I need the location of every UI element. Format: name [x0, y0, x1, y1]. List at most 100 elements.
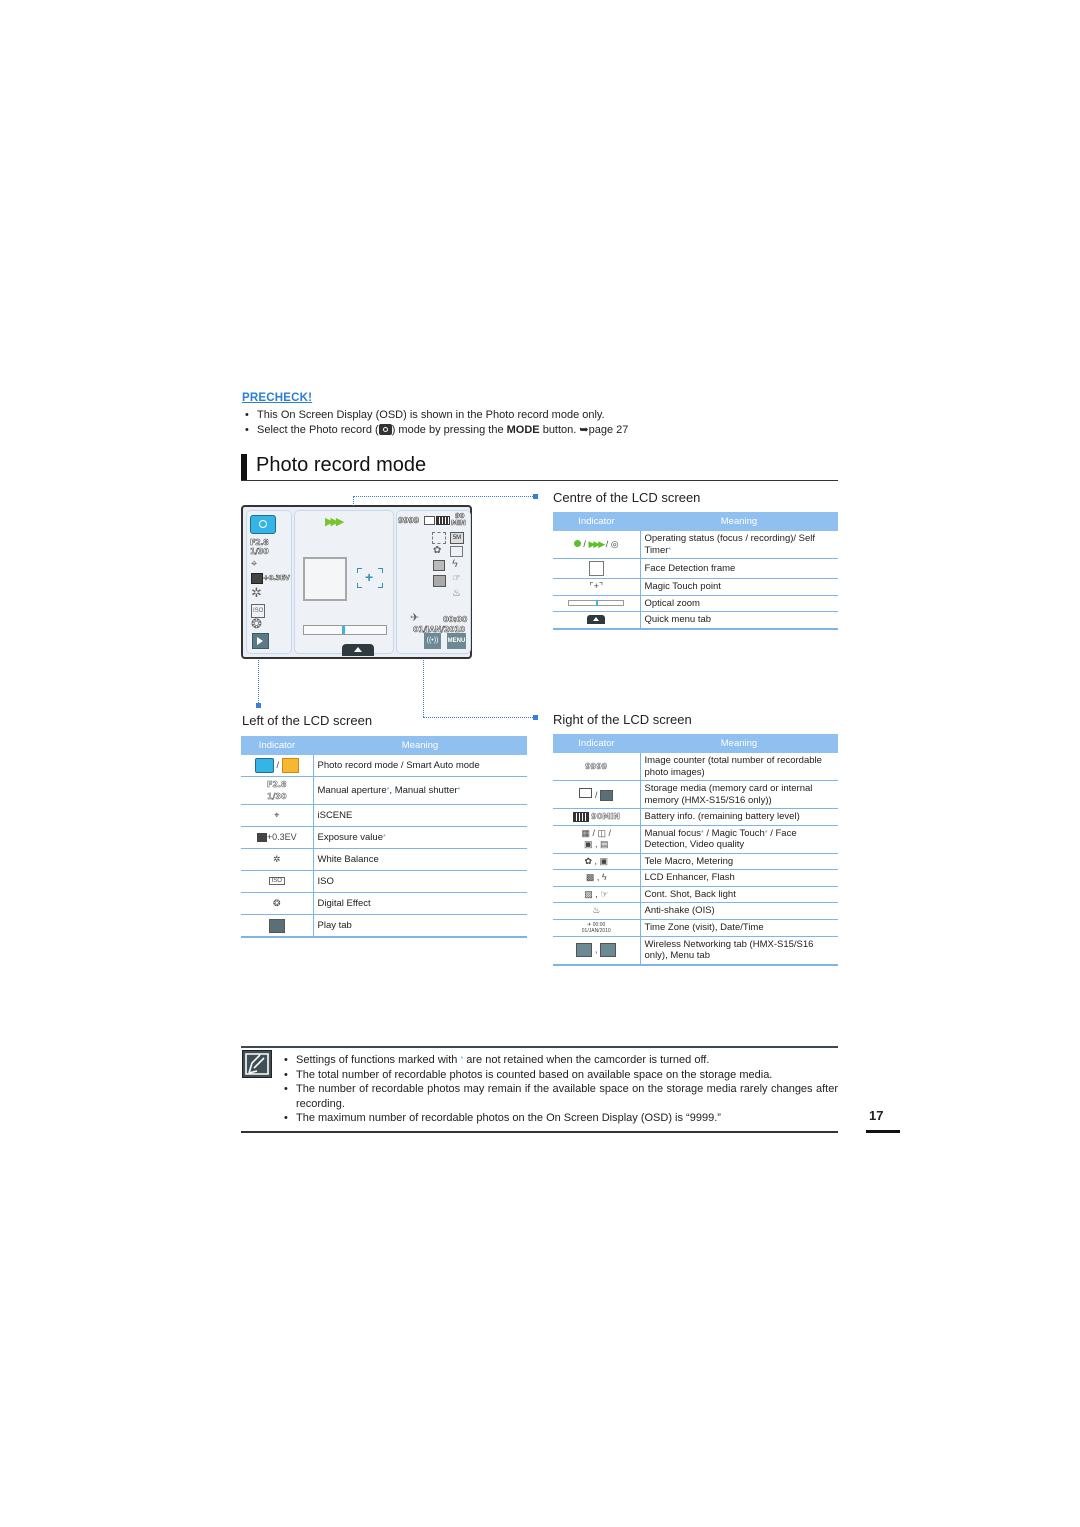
note-item: The total number of recordable photos is…	[282, 1068, 838, 1083]
digital-effect-icon: ❂	[241, 892, 314, 915]
table-row: ✿ , ▣ Tele Macro, Metering	[553, 853, 838, 870]
manual-focus-icon	[432, 532, 446, 544]
precheck-list: This On Screen Display (OSD) is shown in…	[243, 408, 863, 438]
anti-shake-icon: ♨	[553, 902, 641, 920]
menu-tab[interactable]: MENU	[447, 633, 466, 649]
quick-menu-tab-icon	[553, 611, 641, 630]
optical-zoom-bar[interactable]	[303, 625, 387, 635]
table-row: F2.8 1/30 Manual aperture*, Manual shutter…	[241, 776, 527, 805]
note-item: The maximum number of recordable photos …	[282, 1111, 838, 1126]
note-list: Settings of functions marked with * are …	[282, 1053, 838, 1126]
precheck-heading: PRECHECK!	[242, 392, 313, 404]
leader-marker	[533, 494, 538, 499]
page-link[interactable]: button. ➥page 27	[540, 424, 629, 436]
table-row: ♨ Anti-shake (OIS)	[553, 902, 838, 920]
cont-shot-icon	[433, 575, 446, 587]
camera-icon	[378, 424, 392, 435]
photo-smart-auto-icons: /	[241, 755, 314, 777]
page-number: 17	[869, 1108, 884, 1123]
section-bar	[241, 454, 247, 480]
lcd-screen-illustration: F2.8 1/30 ⌖ +0.3EV ✲ ISO ❂ ▶▶▶ + 9999 90…	[241, 505, 472, 659]
table-row: +0.3EV Exposure value*	[241, 826, 527, 849]
timezone-datetime-icon: ✈ 00:00 01/JAN/2010	[553, 919, 641, 937]
note-rule-top	[241, 1046, 838, 1048]
anti-shake-icon: ♨	[452, 588, 461, 599]
page-title: Photo record mode	[256, 454, 427, 476]
table-row: ▩ , ϟ LCD Enhancer, Flash	[553, 869, 838, 887]
table-row: ▦ / ◫ / ▣ , ▤ Manual focus* / Magic Touch*…	[553, 825, 838, 854]
aperture-shutter-icon: F2.8 1/30	[241, 776, 314, 805]
recording-status-icon: ▶▶▶	[325, 516, 344, 528]
flash-icon: ϟ	[452, 558, 458, 570]
leader-line	[353, 496, 533, 497]
leader-line	[353, 496, 354, 506]
table-row: ⌜+⌝ Magic Touch point	[553, 578, 838, 596]
table-row: / ▶▶▶ / ◎ Operating status (focus / recor…	[553, 531, 838, 559]
battery-unit: MIN	[451, 519, 466, 527]
note-item: Settings of functions marked with * are …	[282, 1053, 838, 1068]
iscene-icon: ⌖	[241, 804, 314, 827]
video-quality-icon: 5M	[450, 532, 464, 544]
leader-line	[423, 717, 533, 718]
precheck-bullet: Select the Photo record () mode by press…	[243, 423, 863, 438]
header-meaning: Meaning	[640, 734, 838, 753]
exposure-icon	[251, 573, 263, 584]
magic-touch-point-icon[interactable]: +	[357, 568, 383, 588]
header-indicator: Indicator	[241, 736, 313, 755]
note-item: The number of recordable photos may rema…	[282, 1082, 838, 1111]
table-row: Quick menu tab	[553, 611, 838, 630]
white-balance-icon: ✲	[251, 585, 262, 600]
note-icon	[242, 1050, 272, 1078]
iscene-icon: ⌖	[251, 558, 258, 570]
right-table-title: Right of the LCD screen	[553, 712, 692, 727]
zoom-knob[interactable]	[341, 626, 345, 634]
tele-macro-icon: ✿	[433, 545, 442, 556]
note-rule-bottom	[241, 1131, 838, 1133]
table-row: Optical zoom	[553, 595, 838, 612]
header-meaning: Meaning	[313, 736, 527, 755]
exposure-readout: +0.3EV	[263, 574, 291, 583]
left-table-title: Left of the LCD screen	[242, 713, 373, 728]
table-row: / Photo record mode / Smart Auto mode	[241, 755, 527, 777]
centre-table-title: Centre of the LCD screen	[553, 490, 701, 505]
page-number-rule	[866, 1130, 900, 1133]
lcd-right-panel: 9999 90 MIN 5M ✿ ϟ ☞ ♨ ✈ 00:00 01/JAN/20…	[396, 510, 471, 654]
table-row: Face Detection frame	[553, 558, 838, 579]
leader-marker	[256, 703, 261, 708]
backlight-icon: ☞	[452, 573, 461, 584]
header-indicator: Indicator	[553, 734, 640, 753]
face-detection-frame	[303, 557, 347, 601]
leader-line	[258, 660, 259, 705]
leader-line	[423, 660, 424, 717]
exposure-icon: +0.3EV	[241, 826, 314, 849]
time-zone-icon: ✈	[410, 612, 420, 624]
shutter-readout: 1/30	[250, 547, 269, 557]
photo-mode-icon	[250, 515, 276, 534]
tele-macro-metering-icons: ✿ , ▣	[553, 853, 641, 870]
table-row: ▨ , ☞ Cont. Shot, Back light	[553, 886, 838, 903]
centre-indicator-table: Indicator Meaning / ▶▶▶ / ◎ Operating stat…	[553, 512, 838, 630]
table-row: ⌖ iSCENE	[241, 804, 527, 827]
lcd-enhancer-flash-icons: ▩ , ϟ	[553, 869, 641, 887]
focus-touch-face-quality-icons: ▦ / ◫ / ▣ , ▤	[553, 825, 641, 854]
lcd-left-panel: F2.8 1/30 ⌖ +0.3EV ✲ ISO ❂	[246, 510, 292, 654]
wireless-menu-tab-icons: ,	[553, 936, 641, 966]
cont-shot-backlight-icons: ▨ , ☞	[553, 886, 641, 903]
image-counter: 9999	[398, 516, 420, 526]
right-indicator-table: Indicator Meaning 9999 Image counter (tota…	[553, 734, 838, 966]
header-indicator: Indicator	[553, 512, 640, 531]
header-meaning: Meaning	[640, 512, 838, 531]
table-row: 9999 Image counter (total number of recor…	[553, 753, 838, 781]
iso-icon: ISO	[241, 870, 314, 893]
table-row: ✈ 00:00 01/JAN/2010 Time Zone (visit), Dat…	[553, 919, 838, 937]
face-detection-frame-icon	[553, 558, 641, 579]
table-row: Play tab	[241, 914, 527, 938]
table-row: ISO ISO	[241, 870, 527, 893]
metering-icon	[450, 546, 463, 557]
wireless-tab-icon[interactable]: ((•))	[424, 633, 441, 649]
table-row: , Wireless Networking tab (HMX-S15/S16 o…	[553, 936, 838, 966]
quick-menu-tab[interactable]	[342, 644, 374, 656]
play-tab-icon[interactable]	[252, 633, 269, 649]
title-rule	[241, 480, 838, 481]
lcd-enhancer-icon	[433, 560, 445, 571]
